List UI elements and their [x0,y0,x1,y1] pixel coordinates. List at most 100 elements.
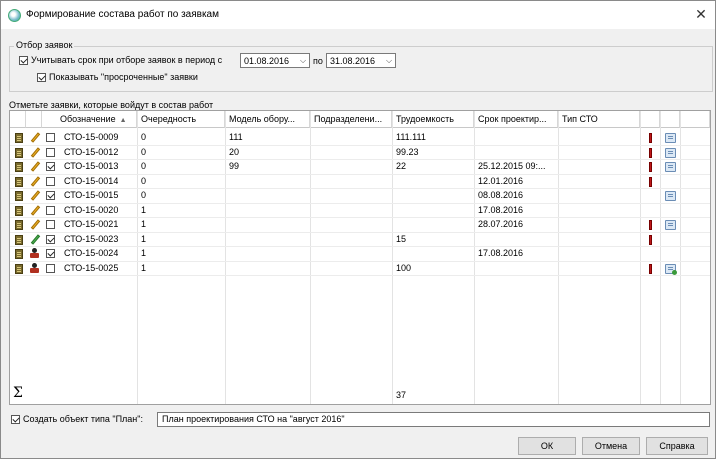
cell-deadline [474,233,554,246]
cell-model: 20 [229,146,240,157]
cell-model [225,247,305,260]
header-deadline[interactable]: Срок проектир... [474,111,558,128]
header-icon-col [10,111,26,128]
cell-dept [310,175,390,188]
pencil-icon [30,132,41,143]
date-to-picker[interactable]: 31.08.2016 ⌵ [326,53,396,68]
cell-code: СТО-15-0020 [64,204,119,215]
request-book-icon [15,133,23,143]
request-book-icon [15,191,23,201]
cell-type [558,146,638,159]
overdue-checkbox-label[interactable]: Показывать "просроченные" заявки [49,72,198,82]
row-checkbox[interactable] [46,234,55,244]
sort-asc-icon: ▲ [119,117,127,124]
overdue-checkbox[interactable] [37,72,46,82]
period-checkbox[interactable] [19,55,28,65]
header-labor[interactable]: Трудоемкость [392,111,474,128]
help-button[interactable]: Справка [646,437,708,455]
plan-name-input[interactable]: План проектирования СТО на "август 2016" [157,412,710,427]
date-from-picker[interactable]: 01.08.2016 ⌵ [240,53,310,68]
row-checkbox[interactable] [46,162,55,171]
table-row[interactable]: СТО-15-0020 1 17.08.2016 [10,204,710,218]
total-labor: 37 [396,390,407,400]
cancel-button[interactable]: Отмена [582,437,640,455]
cell-order: 0 [141,146,147,157]
table-row[interactable]: СТО-15-0025 1 100 [10,262,710,276]
cell-labor [392,175,472,188]
chevron-down-icon[interactable]: ⌵ [383,56,395,66]
request-book-icon [15,205,23,216]
cell-labor: 111.111 [396,132,426,142]
cell-dept [310,204,390,217]
cell-deadline: 12.01.2016 [478,175,524,186]
plan-checkbox[interactable] [11,414,20,424]
document-icon[interactable] [665,162,676,172]
plan-checkbox-label[interactable]: Создать объект типа "План": [23,414,143,424]
request-book-icon [15,249,23,259]
table-row[interactable]: СТО-15-0015 0 08.08.2016 [10,189,710,204]
document-edit-icon[interactable] [665,220,676,230]
request-book-icon [15,176,23,187]
row-checkbox[interactable] [46,133,55,142]
row-checkbox[interactable] [46,205,55,215]
plan-row: Создать объект типа "План": [11,414,143,424]
document-icon[interactable] [665,133,676,143]
header-status-col [26,111,42,128]
table-row[interactable]: СТО-15-0021 1 28.07.2016 [10,218,710,233]
cell-model [225,175,305,188]
cell-order: 0 [141,175,147,186]
cell-dept [310,233,390,246]
cell-model: 111 [229,132,243,142]
cell-deadline: 08.08.2016 [478,190,524,200]
cell-type [558,189,638,202]
chevron-down-icon[interactable]: ⌵ [297,56,309,66]
row-checkbox[interactable] [46,263,55,273]
dialog-window: Формирование состава работ по заявкам ✕ … [0,0,716,459]
header-type[interactable]: Тип СТО [558,111,640,128]
table-row[interactable]: СТО-15-0013 0 99 22 25.12.2015 09:... [10,160,710,175]
period-checkbox-label[interactable]: Учитывать срок при отборе заявок в перио… [31,55,222,65]
cell-dept [310,262,390,275]
cell-type [558,247,638,260]
alert-icon [649,234,652,245]
cell-type [558,131,638,144]
document-icon[interactable] [665,191,676,201]
filter-group-label: Отбор заявок [14,40,75,50]
document-add-icon[interactable] [665,263,677,275]
document-icon[interactable] [665,147,676,158]
table-row[interactable]: СТО-15-0012 0 20 99.23 [10,146,710,160]
cell-order: 1 [141,262,147,273]
alert-icon [649,133,652,143]
cell-deadline: 28.07.2016 [478,219,524,229]
row-checkbox[interactable] [46,191,55,200]
table-row[interactable]: СТО-15-0014 0 12.01.2016 [10,175,710,189]
alert-icon [649,220,652,230]
date-to-label: по [313,56,323,66]
close-button[interactable]: ✕ [693,6,709,22]
row-divider [10,275,710,276]
table-row[interactable]: СТО-15-0024 1 17.08.2016 [10,247,710,262]
cell-code: СТО-15-0015 [64,190,119,200]
cell-labor [392,247,472,260]
header-code[interactable]: Обозначение ▲ [42,111,137,128]
header-model[interactable]: Модель обору... [225,111,310,128]
header-filler [680,111,710,128]
header-dept[interactable]: Подразделени... [310,111,392,128]
cell-order: 0 [141,161,147,171]
table-row[interactable]: СТО-15-0023 1 15 [10,233,710,247]
row-checkbox[interactable] [46,147,55,157]
ok-button[interactable]: ОК [518,437,576,455]
row-checkbox[interactable] [46,176,55,186]
row-checkbox[interactable] [46,220,55,229]
cell-code: СТО-15-0023 [64,233,119,244]
row-checkbox[interactable] [46,249,55,258]
requests-grid: Обозначение ▲ Очередность Модель обору...… [9,110,711,405]
cell-type [558,233,638,246]
cell-order: 0 [141,190,147,200]
table-row[interactable]: СТО-15-0009 0 111 111.111 [10,131,710,146]
cell-deadline [474,131,554,144]
header-order[interactable]: Очередность [137,111,225,128]
cell-order: 1 [141,233,147,244]
request-book-icon [15,147,23,158]
window-title: Формирование состава работ по заявкам [26,9,219,20]
